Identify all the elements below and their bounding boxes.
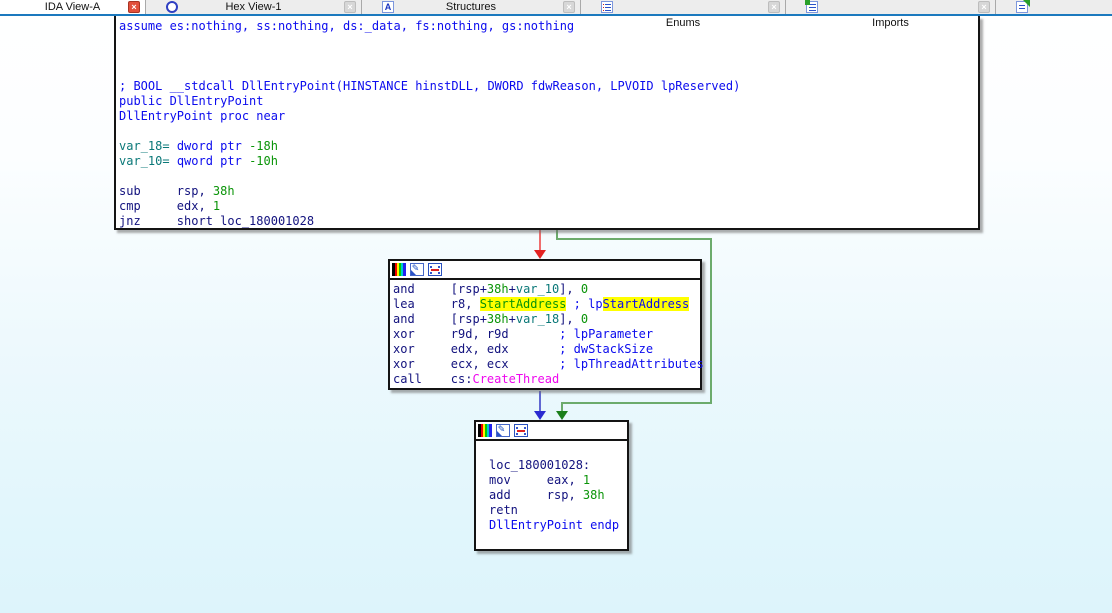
edge-green-line bbox=[561, 402, 712, 404]
edge-green-arrowhead bbox=[556, 411, 568, 420]
edit-icon[interactable] bbox=[496, 424, 510, 437]
node-body: assume es:nothing, ss:nothing, ds:_data,… bbox=[116, 16, 978, 229]
tab-label: Hex View-1 bbox=[146, 0, 361, 14]
tab-imports[interactable]: Imports× bbox=[786, 0, 996, 14]
graph-node-entry[interactable]: assume es:nothing, ss:nothing, ds:_data,… bbox=[114, 16, 980, 230]
edge-red-arrowhead bbox=[534, 250, 546, 259]
code-line: xor edx, edx ; dwStackSize bbox=[393, 342, 700, 357]
tab-exports[interactable] bbox=[996, 0, 1112, 14]
code-line: ; BOOL __stdcall DllEntryPoint(HINSTANCE… bbox=[119, 79, 978, 94]
code-line: DllEntryPoint proc near bbox=[119, 109, 978, 124]
code-line bbox=[119, 49, 978, 64]
edge-green-line bbox=[556, 238, 712, 240]
node-title-bar bbox=[476, 422, 627, 441]
graph-node-createthread[interactable]: and [rsp+38h+var_10], 0lea r8, StartAddr… bbox=[388, 259, 702, 390]
highlighted-identifier: StartAddress bbox=[480, 297, 567, 311]
code-line: add rsp, 38h bbox=[489, 488, 627, 503]
node-title-bar bbox=[390, 261, 700, 280]
code-line bbox=[119, 64, 978, 79]
structures-icon bbox=[382, 1, 394, 13]
tab-label: Imports bbox=[786, 16, 995, 30]
node-body: and [rsp+38h+var_10], 0lea r8, StartAddr… bbox=[390, 280, 700, 387]
group-icon[interactable] bbox=[514, 424, 528, 437]
tab-label bbox=[996, 16, 1112, 30]
edge-blue-arrowhead bbox=[534, 411, 546, 420]
tab-enums[interactable]: Enums× bbox=[581, 0, 786, 14]
tab-label: Enums bbox=[581, 16, 785, 30]
code-line: cmp edx, 1 bbox=[119, 199, 978, 214]
code-line: DllEntryPoint endp bbox=[489, 518, 627, 533]
code-line: xor ecx, ecx ; lpThreadAttributes bbox=[393, 357, 700, 372]
code-line: retn bbox=[489, 503, 627, 518]
code-line bbox=[119, 169, 978, 184]
tab-bar: IDA View-A×Hex View-1×Structures×Enums×I… bbox=[0, 0, 1112, 16]
code-line: mov eax, 1 bbox=[489, 473, 627, 488]
code-line bbox=[119, 34, 978, 49]
tab-hex-view-1[interactable]: Hex View-1× bbox=[146, 0, 362, 14]
hex-view-icon bbox=[166, 1, 178, 13]
tab-label: Structures bbox=[362, 0, 580, 14]
close-icon[interactable]: × bbox=[563, 1, 575, 13]
tab-ida-view-a[interactable]: IDA View-A× bbox=[0, 0, 146, 14]
code-line: and [rsp+38h+var_10], 0 bbox=[393, 282, 700, 297]
code-line: and [rsp+38h+var_18], 0 bbox=[393, 312, 700, 327]
highlighted-identifier: StartAddress bbox=[603, 297, 690, 311]
code-line: lea r8, StartAddress ; lpStartAddress bbox=[393, 297, 700, 312]
palette-icon[interactable] bbox=[478, 424, 492, 437]
code-line: sub rsp, 38h bbox=[119, 184, 978, 199]
imports-icon bbox=[806, 1, 818, 13]
close-icon[interactable]: × bbox=[978, 1, 990, 13]
code-line: loc_180001028: bbox=[489, 458, 627, 473]
code-line: var_10= qword ptr -10h bbox=[119, 154, 978, 169]
node-body: loc_180001028:mov eax, 1add rsp, 38hretn… bbox=[476, 441, 627, 533]
code-line bbox=[489, 443, 627, 458]
code-line: jnz short loc_180001028 bbox=[119, 214, 978, 229]
enums-icon bbox=[601, 1, 613, 13]
edge-green-line bbox=[710, 238, 712, 404]
graph-canvas[interactable]: assume es:nothing, ss:nothing, ds:_data,… bbox=[0, 16, 1112, 613]
edge-blue-line bbox=[539, 391, 541, 412]
code-line: var_18= dword ptr -18h bbox=[119, 139, 978, 154]
close-icon[interactable]: × bbox=[128, 1, 140, 13]
palette-icon[interactable] bbox=[392, 263, 406, 276]
code-line: xor r9d, r9d ; lpParameter bbox=[393, 327, 700, 342]
code-line: public DllEntryPoint bbox=[119, 94, 978, 109]
close-icon[interactable]: × bbox=[768, 1, 780, 13]
code-line bbox=[119, 124, 978, 139]
close-icon[interactable]: × bbox=[344, 1, 356, 13]
tab-label: IDA View-A bbox=[0, 0, 145, 14]
graph-node-return[interactable]: loc_180001028:mov eax, 1add rsp, 38hretn… bbox=[474, 420, 629, 551]
edge-red-line bbox=[539, 229, 541, 251]
code-line: call cs:CreateThread bbox=[393, 372, 700, 387]
group-icon[interactable] bbox=[428, 263, 442, 276]
exports-icon bbox=[1016, 1, 1028, 13]
tab-structures[interactable]: Structures× bbox=[362, 0, 581, 14]
edit-icon[interactable] bbox=[410, 263, 424, 276]
